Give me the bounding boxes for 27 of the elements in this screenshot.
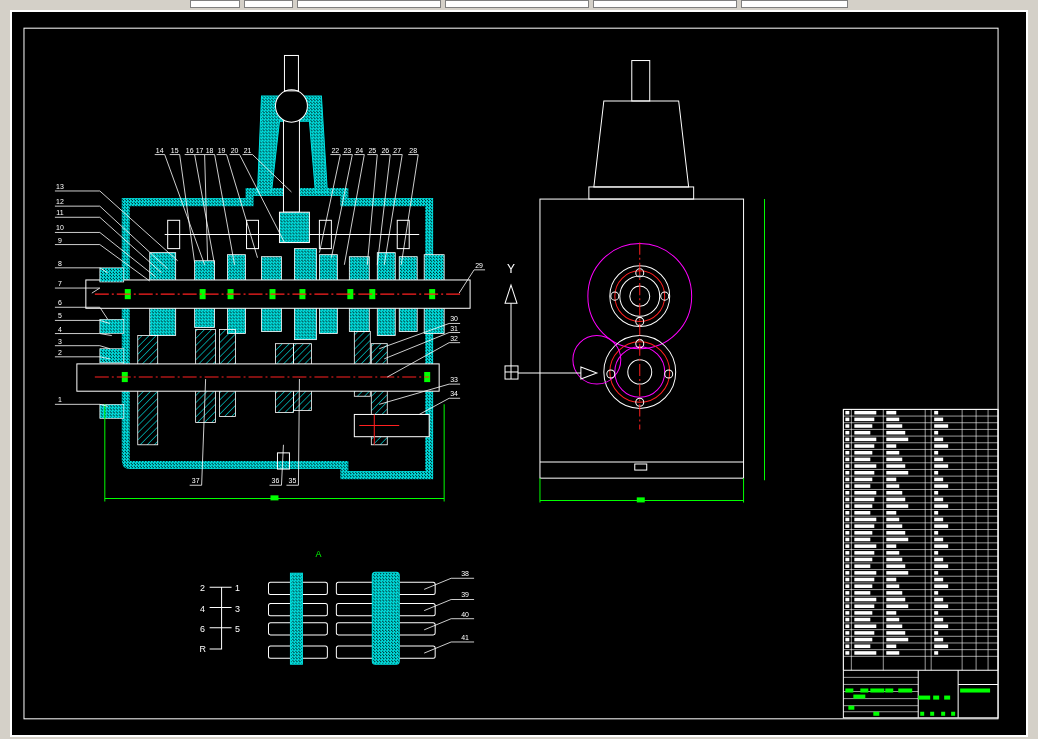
leader-line: [423, 577, 475, 590]
view-label: A: [315, 549, 322, 560]
leader-line: [269, 444, 284, 486]
toolbar-field[interactable]: [297, 0, 442, 8]
leader-line: [423, 618, 475, 631]
leader-line: [423, 641, 475, 654]
leader-line: [54, 333, 113, 336]
toolbar-field[interactable]: [243, 0, 294, 8]
leader-line: [423, 599, 475, 611]
toolbar-field[interactable]: [190, 0, 240, 8]
leader-line: [54, 287, 101, 294]
gear-position-label: 4: [200, 603, 206, 614]
gear-position-label: 6: [200, 623, 206, 634]
leader-line: [54, 356, 111, 360]
gear-position-label: 3: [235, 603, 241, 614]
gear-position-label: 5: [235, 623, 241, 634]
coordinate-axes-icon: [504, 284, 598, 380]
toolbar-field[interactable]: [593, 0, 738, 8]
gear-position-label: 1: [235, 583, 241, 594]
toolbar-field[interactable]: [445, 0, 590, 8]
leader-line: [458, 269, 486, 294]
axis-label: Y: [507, 261, 515, 276]
gear-position-label: 2: [200, 583, 206, 594]
leader-line: [54, 403, 109, 407]
leader-line: [54, 345, 111, 350]
gear-position-label: R: [199, 644, 206, 655]
toolbar-field[interactable]: [741, 0, 848, 8]
